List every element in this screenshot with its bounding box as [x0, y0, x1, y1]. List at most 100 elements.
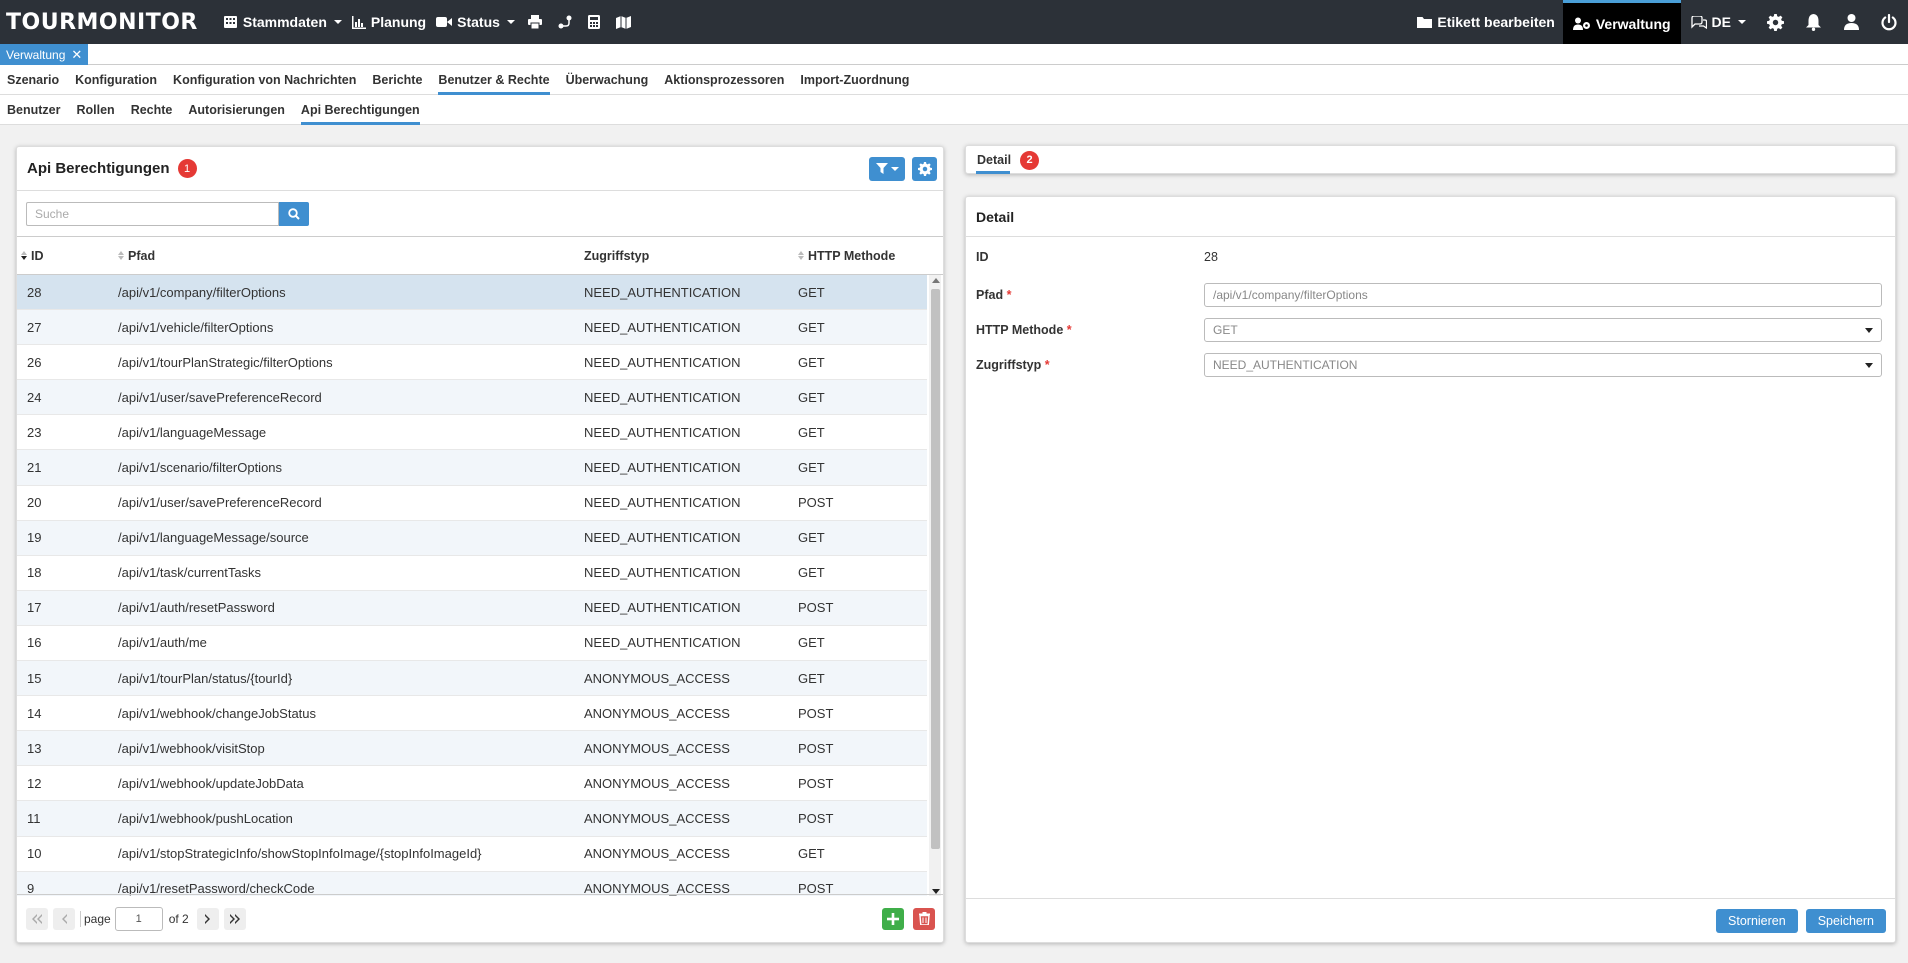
cell-http-methode: POST [798, 705, 834, 721]
table-row[interactable]: 9/api/v1/resetPassword/checkCode ANONYMOU… [17, 871, 927, 896]
open-tab-label: Verwaltung [6, 47, 66, 62]
column-header-pfad[interactable]: Pfad [118, 249, 584, 263]
cell-http-methode: GET [798, 846, 825, 862]
table-row[interactable]: 11/api/v1/webhook/pushLocation ANONYMOUS_… [17, 801, 927, 837]
submenu-tab-autorisierungen[interactable]: Autorisierungen [181, 95, 294, 125]
table-row[interactable]: 18/api/v1/task/currentTasks NEED_AUTHENTI… [17, 556, 927, 591]
notifications-button[interactable] [1794, 0, 1832, 44]
pfad-input[interactable]: /api/v1/company/filterOptions [1204, 283, 1882, 307]
zugriffstyp-select[interactable]: NEED_AUTHENTICATION [1204, 353, 1882, 377]
open-tab-verwaltung[interactable]: Verwaltung ✕ [0, 44, 89, 65]
next-page-button[interactable] [196, 907, 219, 930]
edit-label-button[interactable]: Etikett bearbeiten [1409, 0, 1562, 44]
cell-zugriffstyp: NEED_AUTHENTICATION [584, 389, 741, 405]
close-icon[interactable]: ✕ [71, 47, 82, 63]
submenu-tab-rechte[interactable]: Rechte [124, 95, 182, 125]
prev-page-button[interactable] [53, 907, 75, 930]
nav-route[interactable] [550, 0, 580, 44]
scroll-up-icon[interactable] [932, 278, 940, 283]
nav-print[interactable] [520, 0, 550, 44]
submenu-tab-benutzer[interactable]: Benutzer [0, 95, 69, 125]
user-profile-button[interactable] [1832, 0, 1870, 44]
table-scrollbar[interactable] [929, 275, 941, 896]
language-dropdown[interactable]: DE [1681, 0, 1756, 44]
cell-id: 19 [27, 530, 42, 546]
nav-verwaltung[interactable]: Verwaltung [1562, 0, 1681, 44]
menu-tab-konfiguration[interactable]: Konfiguration [68, 65, 166, 95]
settings-button[interactable] [1756, 0, 1794, 44]
pfad-label-text: Pfad [976, 288, 1004, 302]
table-row[interactable]: 12/api/v1/webhook/updateJobData ANONYMOUS… [17, 766, 927, 802]
logout-button[interactable] [1870, 0, 1908, 44]
page-number-input[interactable] [114, 906, 163, 931]
list-settings-button[interactable] [912, 156, 937, 181]
cell-id: 28 [27, 284, 42, 300]
cell-http-methode: POST [798, 600, 834, 616]
table-row[interactable]: 23/api/v1/languageMessage NEED_AUTHENTICA… [17, 415, 927, 451]
cell-pfad: /api/v1/tourPlanStrategic/filterOptions [118, 354, 333, 370]
chevron-down-icon [890, 166, 899, 171]
table-row[interactable]: 15/api/v1/tourPlan/status/{tourId} ANONYM… [17, 661, 927, 697]
menu-tab-überwachung[interactable]: Überwachung [559, 65, 658, 95]
nav-calculator[interactable] [580, 0, 608, 44]
table-row[interactable]: 13/api/v1/webhook/visitStop ANONYMOUS_ACC… [17, 731, 927, 767]
cell-http-methode: GET [798, 635, 825, 651]
menu-tab-berichte[interactable]: Berichte [365, 65, 431, 95]
app-logo[interactable]: TOURMONITOR [6, 10, 198, 35]
last-page-button[interactable] [223, 907, 246, 930]
search-button[interactable] [279, 202, 309, 226]
column-header-http[interactable]: HTTP Methode [798, 249, 927, 263]
menu-tab-import-zuordnung[interactable]: Import-Zuordnung [793, 65, 918, 95]
menu-tab-benutzer-rechte[interactable]: Benutzer & Rechte [431, 65, 558, 95]
table-row[interactable]: 17/api/v1/auth/resetPassword NEED_AUTHENT… [17, 590, 927, 626]
table-row[interactable]: 19/api/v1/languageMessage/source NEED_AUT… [17, 520, 927, 556]
table-row[interactable]: 28/api/v1/company/filterOptions NEED_AUTH… [17, 275, 927, 311]
scrollbar-thumb[interactable] [931, 289, 940, 849]
submenu-tab-api-berechtigungen[interactable]: Api Berechtigungen [294, 95, 429, 125]
nav-status[interactable]: Status [431, 0, 520, 44]
menu-tab-konfiguration-von-nachrichten[interactable]: Konfiguration von Nachrichten [166, 65, 365, 95]
search-input[interactable] [26, 202, 279, 226]
menu-tab-aktionsprozessoren[interactable]: Aktionsprozessoren [657, 65, 793, 95]
add-button[interactable] [882, 907, 904, 930]
nav-stammdaten[interactable]: Stammdaten [218, 0, 347, 44]
nav-planung[interactable]: Planung [347, 0, 431, 44]
table-row[interactable]: 14/api/v1/webhook/changeJobStatus ANONYMO… [17, 696, 927, 732]
menu-tab-szenario[interactable]: Szenario [0, 65, 68, 95]
plus-icon [887, 912, 899, 925]
cell-pfad: /api/v1/languageMessage/source [118, 530, 309, 546]
table-row[interactable]: 20/api/v1/user/savePreferenceRecord NEED_… [17, 486, 927, 521]
cell-zugriffstyp: ANONYMOUS_ACCESS [584, 740, 730, 756]
submenu-tab-rollen[interactable]: Rollen [69, 95, 123, 125]
cell-id: 17 [27, 600, 42, 616]
delete-button[interactable] [913, 907, 935, 930]
users-cog-icon [1572, 17, 1590, 30]
open-tabs-strip: Verwaltung ✕ [0, 44, 1908, 65]
required-asterisk: * [1066, 323, 1072, 337]
cell-pfad: /api/v1/languageMessage [118, 424, 267, 440]
nav-map[interactable] [608, 0, 639, 44]
cell-http-methode: GET [798, 530, 825, 546]
detail-title: Detail [976, 208, 1015, 225]
cancel-button[interactable]: Stornieren [1716, 908, 1798, 933]
column-header-pfad-label: Pfad [128, 248, 156, 263]
table-row[interactable]: 21/api/v1/scenario/filterOptions NEED_AUT… [17, 450, 927, 486]
table-row[interactable]: 26/api/v1/tourPlanStrategic/filterOption… [17, 345, 927, 381]
cell-http-methode: POST [798, 775, 834, 791]
table-row[interactable]: 16/api/v1/auth/me NEED_AUTHENTICATION GET [17, 626, 927, 662]
cell-id: 21 [27, 460, 42, 476]
first-page-button[interactable] [26, 907, 48, 930]
table-row[interactable]: 10/api/v1/stopStrategicInfo/showStopInfo… [17, 837, 927, 872]
tab-detail[interactable]: Detail 2 [977, 146, 1040, 174]
cell-id: 20 [27, 495, 42, 511]
save-button[interactable]: Speichern [1805, 908, 1886, 933]
column-header-zugriffstyp[interactable]: Zugriffstyp [584, 249, 798, 263]
table-row[interactable]: 24/api/v1/user/savePreferenceRecord NEED_… [17, 380, 927, 416]
table-row[interactable]: 27/api/v1/vehicle/filterOptions NEED_AUTH… [17, 310, 927, 346]
cell-pfad: /api/v1/task/currentTasks [118, 565, 262, 581]
http-method-select[interactable]: GET [1204, 318, 1882, 342]
cell-pfad: /api/v1/webhook/changeJobStatus [118, 705, 317, 721]
column-header-id[interactable]: ID [17, 249, 118, 263]
cell-http-methode: GET [798, 284, 825, 300]
filter-button[interactable] [869, 156, 905, 181]
